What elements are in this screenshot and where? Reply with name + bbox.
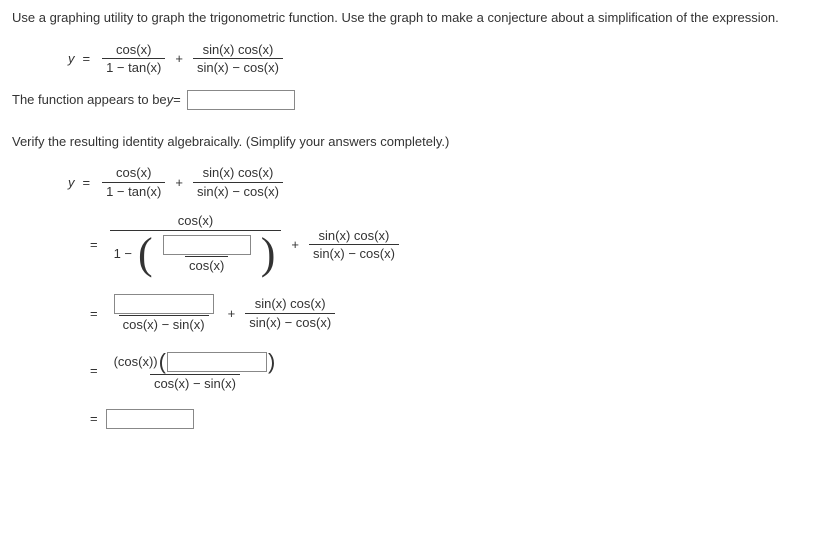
open-paren-icon: ( (159, 351, 166, 373)
appears-row: The function appears to be y = (12, 90, 813, 110)
frac1: cos(x) 1 − tan(x) (102, 42, 165, 76)
step2-frac2-den: sin(x) − cos(x) (245, 313, 335, 331)
plus: + (175, 49, 183, 69)
equals: = (83, 173, 91, 193)
verify-text: Verify the resulting identity algebraica… (12, 134, 449, 149)
step2-row: = cos(x) − sin(x) + sin(x) cos(x) sin(x)… (12, 294, 813, 333)
equals: = (90, 304, 98, 324)
step1-inner-frac: cos(x) (159, 235, 255, 274)
eq2-frac2-den: sin(x) − cos(x) (193, 182, 283, 200)
eq2-frac1-den: 1 − tan(x) (102, 182, 165, 200)
step1-outer-den: 1 − ( cos(x) ) (110, 230, 282, 276)
step1-row: = cos(x) 1 − ( cos(x) ) + sin(x) cos(x) … (12, 213, 813, 276)
close-paren-icon: ) (268, 351, 275, 373)
step2-frac1: cos(x) − sin(x) (110, 294, 218, 333)
eq2-frac2: sin(x) cos(x) sin(x) − cos(x) (193, 165, 283, 199)
eq2-frac1: cos(x) 1 − tan(x) (102, 165, 165, 199)
eq2-frac1-num: cos(x) (112, 165, 155, 182)
equals: = (90, 409, 98, 429)
frac2-num: sin(x) cos(x) (199, 42, 278, 59)
equals: = (90, 235, 98, 255)
step2-frac2-num: sin(x) cos(x) (251, 296, 330, 313)
final-row: = (12, 409, 813, 429)
frac2-den: sin(x) − cos(x) (193, 58, 283, 76)
frac2: sin(x) cos(x) sin(x) − cos(x) (193, 42, 283, 76)
step3-row: = (cos(x)) ( ) cos(x) − sin(x) (12, 351, 813, 392)
step1-inner-num-input[interactable] (163, 235, 251, 255)
step1-frac2-den: sin(x) − cos(x) (309, 244, 399, 262)
step3-frac: (cos(x)) ( ) cos(x) − sin(x) (110, 351, 281, 392)
eq2-frac2-num: sin(x) cos(x) (199, 165, 278, 182)
step1-frac2-num: sin(x) cos(x) (315, 228, 394, 245)
eq2-row: y = cos(x) 1 − tan(x) + sin(x) cos(x) si… (12, 165, 813, 199)
open-paren-icon: ( (138, 232, 153, 276)
frac1-num: cos(x) (112, 42, 155, 59)
step3-num-input[interactable] (167, 352, 267, 372)
step2-num-input[interactable] (114, 294, 214, 314)
plus: + (228, 304, 236, 324)
appears-input[interactable] (187, 90, 295, 110)
step2-frac2: sin(x) cos(x) sin(x) − cos(x) (245, 296, 335, 330)
step1-inner-num (159, 235, 255, 256)
step1-frac2: sin(x) cos(x) sin(x) − cos(x) (309, 228, 399, 262)
step3-den: cos(x) − sin(x) (150, 374, 240, 392)
equals: = (90, 361, 98, 381)
step2-frac1-num (110, 294, 218, 315)
equals: = (83, 49, 91, 69)
step3-num-left: (cos(x)) (114, 354, 158, 370)
eq2-lhs: y (68, 173, 75, 193)
instructions-text: Use a graphing utility to graph the trig… (12, 10, 779, 25)
step3-num: (cos(x)) ( ) (110, 351, 281, 374)
plus: + (291, 235, 299, 255)
frac1-den: 1 − tan(x) (102, 58, 165, 76)
plus: + (175, 173, 183, 193)
final-input[interactable] (106, 409, 194, 429)
step1-outer-num: cos(x) (174, 213, 217, 230)
step1-den-left: 1 − (114, 246, 132, 262)
given-expression: y = cos(x) 1 − tan(x) + sin(x) cos(x) si… (12, 42, 813, 76)
step1-inner-den: cos(x) (185, 256, 228, 274)
step1-outer-frac: cos(x) 1 − ( cos(x) ) (110, 213, 282, 276)
appears-text-a: The function appears to be (12, 90, 167, 110)
appears-eq: = (173, 90, 181, 110)
verify-instruction: Verify the resulting identity algebraica… (12, 132, 813, 152)
instructions: Use a graphing utility to graph the trig… (12, 8, 813, 28)
close-paren-icon: ) (261, 232, 276, 276)
step2-frac1-den: cos(x) − sin(x) (119, 315, 209, 333)
var-y: y (68, 49, 75, 69)
